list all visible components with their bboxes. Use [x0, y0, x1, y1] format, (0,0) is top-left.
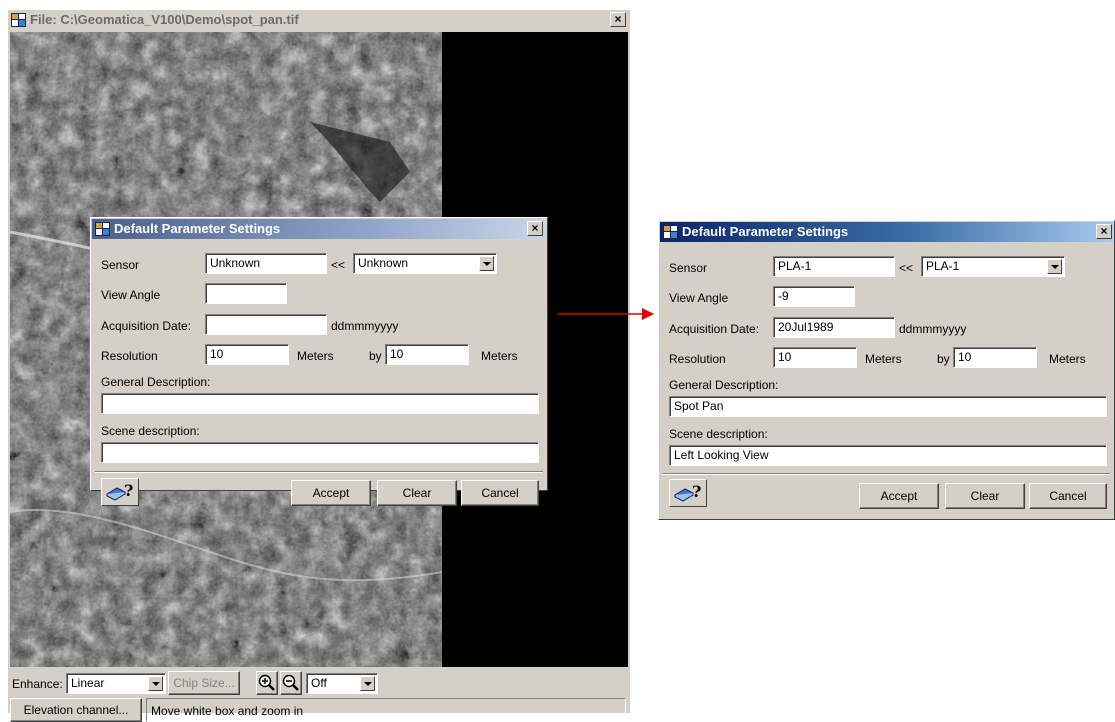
clear-label: Clear — [402, 486, 432, 500]
sensor-select-value: Unknown — [358, 256, 409, 270]
status-text: Move white box and zoom in — [151, 704, 304, 718]
resolution-label: Resolution — [101, 349, 158, 363]
enhance-value: Linear — [71, 676, 105, 690]
zoom-mode-value: Off — [311, 676, 327, 690]
app-icon — [11, 13, 26, 27]
clear-button[interactable]: Clear — [377, 480, 457, 506]
resolution-y-field[interactable]: 10 — [953, 347, 1037, 368]
chevron-down-icon — [148, 676, 163, 691]
clear-label: Clear — [970, 489, 1000, 503]
clear-button[interactable]: Clear — [945, 483, 1025, 509]
acquisition-date-label: Acquisition Date: — [101, 319, 192, 333]
zoom-in-icon — [258, 674, 275, 691]
image-viewer-titlebar: File: C:\Geomatica_V100\Demo\spot_pan.ti… — [8, 10, 630, 30]
accept-label: Accept — [880, 489, 918, 503]
parameter-dialog-left: Default Parameter Settings × Sensor Unkn… — [90, 217, 548, 506]
help-button[interactable]: ? — [101, 478, 139, 506]
resolution-x-field[interactable]: 10 — [773, 347, 857, 368]
close-button[interactable]: × — [610, 12, 626, 27]
dialog-title: Default Parameter Settings — [682, 224, 849, 239]
zoom-in-button[interactable] — [256, 671, 278, 695]
resolution-label: Resolution — [669, 352, 726, 366]
copy-sensor-arrow[interactable]: << — [331, 258, 345, 272]
sensor-select[interactable]: Unknown — [353, 253, 497, 274]
by-label: by — [369, 349, 382, 363]
general-description-field[interactable] — [101, 393, 539, 414]
sensor-field[interactable]: Unknown — [205, 253, 327, 274]
close-icon: × — [614, 12, 622, 26]
cancel-label: Cancel — [1049, 489, 1087, 503]
meters-label: Meters — [1049, 352, 1086, 366]
app-icon — [663, 225, 678, 239]
scene-description-field[interactable]: Left Looking View — [669, 445, 1107, 466]
view-angle-field[interactable] — [205, 283, 287, 304]
date-format-label: ddmmmyyyy — [899, 322, 967, 336]
help-button[interactable]: ? — [669, 479, 707, 507]
cancel-button[interactable]: Cancel — [1029, 483, 1107, 509]
view-angle-label: View Angle — [101, 288, 161, 302]
accept-label: Accept — [312, 486, 350, 500]
meters-label: Meters — [297, 349, 334, 363]
general-description-field[interactable]: Spot Pan — [669, 396, 1107, 417]
meters-label: Meters — [865, 352, 902, 366]
elevation-channel-label: Elevation channel... — [23, 703, 129, 717]
enhance-select[interactable]: Linear — [66, 673, 166, 694]
scene-description-field[interactable] — [101, 442, 539, 463]
sensor-field[interactable]: PLA-1 — [773, 256, 895, 277]
sensor-label: Sensor — [669, 261, 708, 275]
window-title: File: C:\Geomatica_V100\Demo\spot_pan.ti… — [30, 12, 299, 27]
sensor-select-value: PLA-1 — [926, 259, 960, 273]
divider — [663, 473, 1110, 475]
chip-size-label: Chip Size... — [173, 676, 235, 690]
date-format-label: ddmmmyyyy — [331, 319, 399, 333]
chevron-down-icon — [360, 676, 375, 691]
chevron-down-icon — [479, 256, 494, 271]
sensor-select[interactable]: PLA-1 — [921, 256, 1065, 277]
chevron-down-icon — [1047, 259, 1062, 274]
close-icon: × — [1100, 224, 1108, 238]
close-button[interactable]: × — [527, 221, 543, 236]
zoom-mode-select[interactable]: Off — [306, 673, 378, 694]
general-description-label: General Description: — [101, 375, 211, 389]
enhance-label: Enhance: — [12, 677, 63, 691]
help-question-mark: ? — [692, 482, 702, 501]
accept-button[interactable]: Accept — [291, 480, 371, 506]
acquisition-date-label: Acquisition Date: — [669, 322, 760, 336]
close-button[interactable]: × — [1096, 224, 1112, 239]
zoom-out-icon — [282, 674, 299, 691]
elevation-channel-button[interactable]: Elevation channel... — [10, 698, 142, 722]
arrow-connector — [558, 308, 654, 320]
divider — [95, 471, 543, 473]
scene-description-label: Scene description: — [669, 427, 768, 441]
parameter-dialog-right: Default Parameter Settings × Sensor PLA-… — [658, 220, 1115, 520]
cancel-label: Cancel — [481, 486, 519, 500]
resolution-x-field[interactable]: 10 — [205, 344, 289, 365]
meters-label: Meters — [481, 349, 518, 363]
help-question-mark: ? — [124, 481, 134, 500]
dialog-titlebar: Default Parameter Settings — [660, 222, 1113, 242]
chip-size-button[interactable]: Chip Size... — [168, 671, 240, 695]
dialog-title: Default Parameter Settings — [114, 221, 281, 236]
view-angle-field[interactable]: -9 — [773, 286, 855, 307]
accept-button[interactable]: Accept — [859, 483, 939, 509]
by-label: by — [937, 352, 950, 366]
general-description-label: General Description: — [669, 378, 779, 392]
view-angle-label: View Angle — [669, 291, 729, 305]
scene-description-label: Scene description: — [101, 424, 200, 438]
dialog-titlebar: Default Parameter Settings — [92, 219, 546, 239]
app-icon — [95, 222, 110, 236]
close-icon: × — [531, 221, 539, 235]
zoom-out-button[interactable] — [280, 671, 302, 695]
resolution-y-field[interactable]: 10 — [385, 344, 469, 365]
status-bar: Move white box and zoom in — [146, 698, 626, 722]
copy-sensor-arrow[interactable]: << — [899, 261, 913, 275]
acquisition-date-field[interactable]: 20Jul1989 — [773, 317, 895, 338]
acquisition-date-field[interactable] — [205, 314, 327, 335]
cancel-button[interactable]: Cancel — [461, 480, 539, 506]
sensor-label: Sensor — [101, 258, 140, 272]
